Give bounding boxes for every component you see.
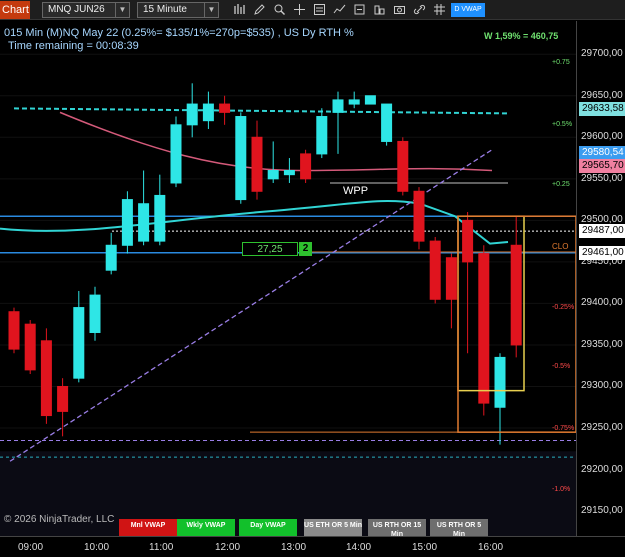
- price-tag: 29565,70: [579, 158, 625, 173]
- d-vwap-button[interactable]: D VWAP: [451, 3, 485, 17]
- price-tick-label: 29200,00: [581, 463, 623, 475]
- range-value-box: 27,25: [242, 242, 298, 256]
- candle-body: [510, 244, 522, 346]
- pct-label-plus-05: +0.5%: [552, 121, 573, 128]
- candle-body: [364, 95, 376, 105]
- price-tag: 29633,58: [579, 102, 625, 117]
- properties-icon[interactable]: [313, 3, 326, 16]
- candle-body: [24, 323, 36, 371]
- candle-body: [202, 103, 214, 122]
- candle-body: [8, 311, 20, 350]
- chart-tab[interactable]: Chart: [0, 1, 30, 19]
- chart-trader-icon[interactable]: [373, 3, 386, 16]
- time-tick-label: 11:00: [149, 542, 174, 553]
- zoom-icon[interactable]: [273, 3, 286, 16]
- candle-body: [235, 116, 247, 201]
- price-tag: 29461,00: [579, 245, 625, 260]
- crosshair-icon[interactable]: [293, 3, 306, 16]
- price-tick-label: 29250,00: [581, 422, 623, 434]
- candle-body: [219, 103, 231, 113]
- candle-body: [494, 356, 506, 408]
- chart-toolbar: Chart MNQ JUN26 ▼ 15 Minute ▼ D VWAP: [0, 0, 625, 20]
- candle-body: [267, 170, 279, 180]
- price-tick-label: 29350,00: [581, 338, 623, 350]
- candle-body: [478, 253, 490, 404]
- chart-info-line: 015 Min (M)NQ May 22 (0.25%= $135/1%=270…: [4, 27, 354, 39]
- instrument-selector[interactable]: MNQ JUN26 ▼: [42, 2, 130, 18]
- instrument-value: MNQ JUN26: [48, 4, 105, 15]
- candle-body: [40, 340, 52, 417]
- candle-body: [251, 136, 263, 192]
- range-count-badge: 2: [299, 242, 312, 256]
- candle-body: [170, 124, 182, 184]
- candle-body: [429, 240, 441, 300]
- weekly-vwap-line: [13, 107, 509, 115]
- weekly-readout: W 1,59% = 460,75: [484, 31, 559, 41]
- candle-body: [381, 103, 393, 142]
- pct-label-minus-05: -0.5%: [552, 363, 571, 370]
- time-tick-label: 13:00: [281, 542, 307, 553]
- pct-label-plus-025: +0.25: [552, 181, 570, 188]
- candle-body: [300, 153, 312, 180]
- candle-body: [186, 103, 198, 126]
- link-icon[interactable]: [413, 3, 426, 16]
- pencil-icon[interactable]: [253, 3, 266, 16]
- candlestick-chart: [0, 53, 576, 536]
- chevron-down-icon: ▼: [204, 3, 218, 17]
- close-level-label: CLO: [552, 242, 569, 251]
- candle-body: [154, 194, 166, 242]
- candle-body: [138, 203, 150, 242]
- price-tick-label: 29300,00: [581, 380, 623, 392]
- pct-label-plus-075: +0.75: [552, 59, 570, 66]
- candle-body: [413, 190, 425, 242]
- bars-type-icon[interactable]: [233, 3, 246, 16]
- price-tick-label: 29650,00: [581, 89, 623, 101]
- pct-label-minus-075: -0.75%: [552, 425, 575, 432]
- price-tick-label: 29550,00: [581, 172, 623, 184]
- price-tag: 29487,00: [579, 224, 625, 239]
- time-tick-label: 15:00: [412, 542, 438, 553]
- copyright-text: © 2026 NinjaTrader, LLC: [4, 514, 115, 525]
- candle-body: [445, 257, 457, 300]
- time-tick-label: 16:00: [478, 542, 504, 553]
- price-chart[interactable]: 015 Min (M)NQ May 22 (0.25%= $135/1%=270…: [0, 21, 576, 547]
- pct-label-minus-025: -0.25%: [552, 304, 575, 311]
- interval-selector[interactable]: 15 Minute ▼: [137, 2, 219, 18]
- candle-body: [397, 140, 409, 192]
- time-tick-label: 09:00: [18, 542, 44, 553]
- time-remaining: Time remaining = 00:08:39: [8, 40, 139, 52]
- candle-body: [348, 99, 360, 105]
- time-tick-label: 12:00: [215, 542, 241, 553]
- price-tick-label: 29600,00: [581, 131, 623, 143]
- candle-body: [283, 170, 295, 176]
- pink-moving-average: [59, 111, 493, 172]
- candle-body: [332, 99, 344, 113]
- session-vwap-curve: [0, 200, 509, 245]
- grid-icon[interactable]: [433, 3, 446, 16]
- time-tick-label: 14:00: [346, 542, 372, 553]
- candle-body: [121, 199, 133, 246]
- price-tick-label: 29150,00: [581, 505, 623, 517]
- pct-label-minus-1: -1.0%: [552, 486, 571, 493]
- time-tick-label: 10:00: [84, 542, 110, 553]
- candle-body: [73, 307, 85, 379]
- strategies-icon[interactable]: [353, 3, 366, 16]
- wpp-label: WPP: [343, 185, 369, 197]
- candle-body: [57, 385, 69, 412]
- price-tick-label: 29700,00: [581, 48, 623, 60]
- candle-body: [462, 219, 474, 263]
- price-tick-label: 29400,00: [581, 297, 623, 309]
- screenshot-icon[interactable]: [393, 3, 406, 16]
- interval-value: 15 Minute: [143, 4, 187, 15]
- time-axis[interactable]: 09:00 10:00 11:00 12:00 13:00 14:00 15:00 16:00: [0, 536, 625, 557]
- chevron-down-icon: ▼: [115, 3, 129, 17]
- candle-body: [316, 116, 328, 155]
- candle-body: [105, 244, 117, 271]
- price-axis[interactable]: 29700,00 29650,00 29600,00 29550,00 29500,00…: [576, 21, 625, 536]
- indicators-icon[interactable]: [333, 3, 346, 16]
- candle-body: [89, 294, 101, 333]
